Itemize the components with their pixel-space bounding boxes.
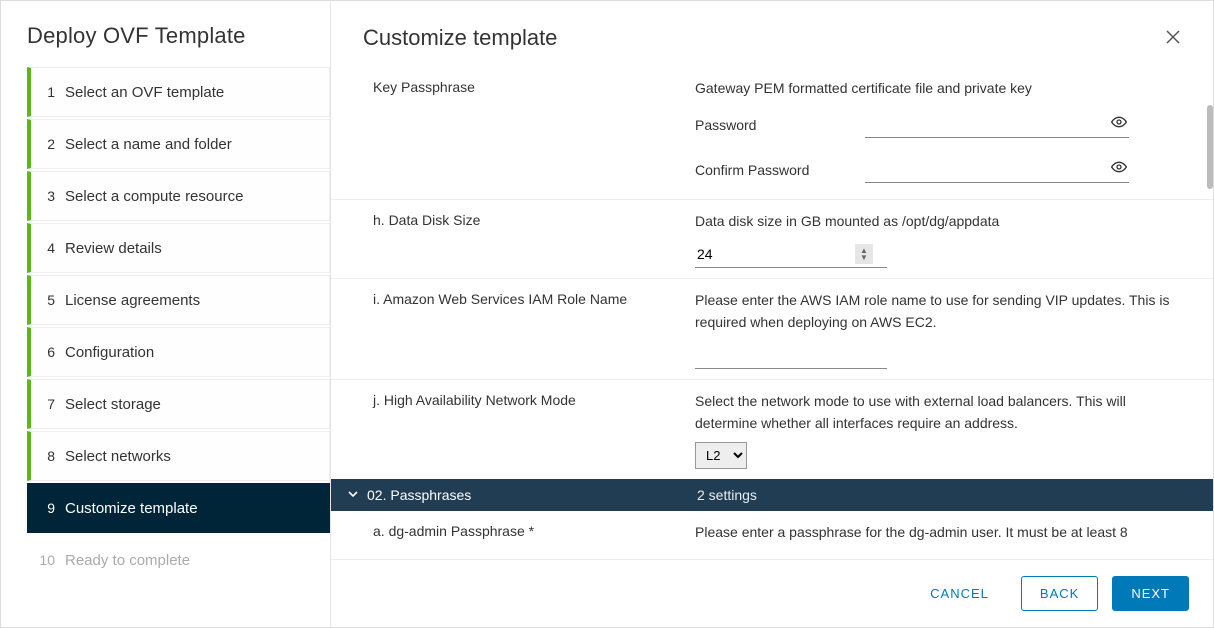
wizard-main: Customize template Key Passphrase Gatewa… — [331, 1, 1213, 627]
label-password: Password — [695, 117, 845, 133]
step-number: 5 — [31, 292, 65, 308]
step-number: 4 — [31, 240, 65, 256]
close-icon[interactable] — [1159, 23, 1187, 53]
deploy-ovf-dialog: Deploy OVF Template 1Select an OVF templ… — [0, 0, 1214, 628]
step-label: Select a compute resource — [65, 188, 243, 205]
wizard-step-10: 10Ready to complete — [27, 535, 330, 585]
section-passphrases[interactable]: 02. Passphrases 2 settings — [331, 479, 1213, 511]
step-number: 8 — [31, 448, 65, 464]
eye-icon[interactable] — [1111, 159, 1127, 178]
step-label: Select storage — [65, 396, 161, 413]
confirm-password-input[interactable] — [865, 156, 1129, 183]
step-label: Customize template — [65, 500, 198, 517]
back-button[interactable]: BACK — [1021, 576, 1098, 611]
wizard-step-4[interactable]: 4Review details — [27, 223, 330, 273]
step-label: Select networks — [65, 448, 171, 465]
desc-dg-admin: Please enter a passphrase for the dg-adm… — [695, 521, 1181, 543]
step-label: Select an OVF template — [65, 84, 224, 101]
label-ha-mode: j. High Availability Network Mode — [373, 392, 576, 408]
field-data-disk-size: h. Data Disk Size Data disk size in GB m… — [331, 200, 1213, 278]
iam-role-input[interactable] — [695, 342, 887, 369]
wizard-step-8[interactable]: 8Select networks — [27, 431, 330, 481]
label-key-passphrase: Key Passphrase — [373, 79, 475, 95]
section-label: 02. Passphrases — [367, 487, 697, 503]
step-label: Ready to complete — [65, 552, 190, 569]
desc-data-disk: Data disk size in GB mounted as /opt/dg/… — [695, 210, 1181, 232]
next-button[interactable]: NEXT — [1112, 576, 1189, 611]
sidebar-title: Deploy OVF Template — [1, 23, 330, 67]
step-number: 1 — [31, 84, 65, 100]
form-body: Key Passphrase Gateway PEM formatted cer… — [331, 67, 1213, 559]
step-number: 3 — [31, 188, 65, 204]
step-label: Select a name and folder — [65, 136, 232, 153]
ha-mode-select[interactable]: L2 — [695, 442, 747, 469]
main-header: Customize template — [331, 1, 1213, 67]
field-key-passphrase: Key Passphrase Gateway PEM formatted cer… — [331, 67, 1213, 200]
wizard-step-5[interactable]: 5License agreements — [27, 275, 330, 325]
field-ha-mode: j. High Availability Network Mode Select… — [331, 380, 1213, 480]
desc-iam-role: Please enter the AWS IAM role name to us… — [695, 289, 1181, 334]
step-label: License agreements — [65, 292, 200, 309]
wizard-step-1[interactable]: 1Select an OVF template — [27, 67, 330, 117]
wizard-step-9[interactable]: 9Customize template — [27, 483, 330, 533]
label-confirm-password: Confirm Password — [695, 162, 845, 178]
cancel-button[interactable]: CANCEL — [912, 577, 1007, 610]
step-number: 10 — [31, 552, 65, 568]
field-dg-admin: a. dg-admin Passphrase * Please enter a … — [331, 511, 1213, 553]
wizard-step-7[interactable]: 7Select storage — [27, 379, 330, 429]
wizard-step-2[interactable]: 2Select a name and folder — [27, 119, 330, 169]
step-number: 9 — [31, 500, 65, 516]
step-number: 7 — [31, 396, 65, 412]
field-iam-role: i. Amazon Web Services IAM Role Name Ple… — [331, 279, 1213, 380]
password-input[interactable] — [865, 111, 1129, 138]
label-iam-role: i. Amazon Web Services IAM Role Name — [373, 291, 627, 307]
data-disk-input[interactable] — [695, 241, 855, 267]
step-number: 2 — [31, 136, 65, 152]
wizard-footer: CANCEL BACK NEXT — [331, 559, 1213, 627]
desc-ha-mode: Select the network mode to use with exte… — [695, 390, 1181, 435]
quantity-stepper[interactable]: ▲▼ — [855, 244, 873, 264]
wizard-step-3[interactable]: 3Select a compute resource — [27, 171, 330, 221]
eye-icon[interactable] — [1111, 114, 1127, 133]
step-number: 6 — [31, 344, 65, 360]
wizard-steps: 1Select an OVF template2Select a name an… — [1, 67, 330, 587]
wizard-step-6[interactable]: 6Configuration — [27, 327, 330, 377]
label-dg-admin: a. dg-admin Passphrase * — [373, 523, 534, 539]
page-title: Customize template — [363, 25, 557, 51]
chevron-down-icon — [347, 487, 359, 503]
wizard-sidebar: Deploy OVF Template 1Select an OVF templ… — [1, 1, 331, 627]
scrollbar-thumb[interactable] — [1207, 105, 1213, 189]
step-label: Configuration — [65, 344, 154, 361]
desc-key-passphrase: Gateway PEM formatted certificate file a… — [695, 77, 1181, 99]
section-count: 2 settings — [697, 487, 757, 503]
step-label: Review details — [65, 240, 162, 257]
label-data-disk: h. Data Disk Size — [373, 212, 480, 228]
